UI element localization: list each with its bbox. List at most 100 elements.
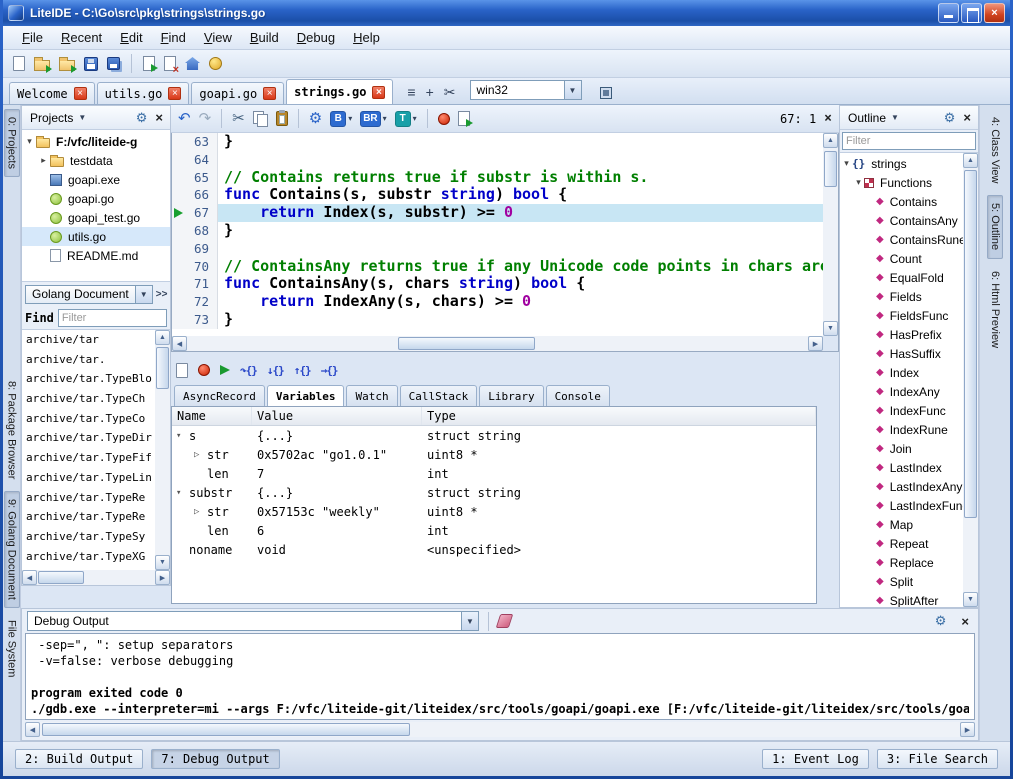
doc-list-item-2[interactable]: archive/tar.TypeBlo (22, 369, 155, 389)
scroll-right-icon[interactable]: ▶ (155, 570, 170, 585)
show-current-line-icon[interactable] (176, 363, 188, 378)
code-line-67[interactable]: 67 return Index(s, substr) >= 0 (172, 204, 823, 222)
doc-list-item-8[interactable]: archive/tar.TypeRe (22, 488, 155, 508)
outline-item-repeat[interactable]: ◆Repeat (840, 534, 964, 553)
tab-goapi-go[interactable]: goapi.go× (191, 82, 284, 104)
target-menu-button[interactable]: T▾ (395, 111, 417, 127)
step-over-icon[interactable]: ↷{} (240, 365, 257, 376)
debug-tab-console[interactable]: Console (546, 385, 610, 406)
outline-item-indexany[interactable]: ◆IndexAny (840, 382, 964, 401)
editor-vertical-scrollbar[interactable]: ▲ ▼ (823, 133, 838, 336)
variable-row-str-1[interactable]: ▷str0x5702ac "go1.0.1"uint8 * (172, 445, 816, 464)
project-item-goapi-go[interactable]: goapi.go (22, 189, 170, 208)
tab-close-icon[interactable]: × (168, 87, 181, 100)
new-file-icon[interactable] (13, 56, 25, 71)
insert-breakpoint-icon[interactable] (198, 364, 210, 376)
expand-arrow-icon[interactable]: ▸ (38, 155, 49, 166)
clear-output-icon[interactable] (496, 614, 514, 628)
variable-row-substr-3[interactable]: ▾substr{...}struct string (172, 483, 816, 502)
debug-external-icon[interactable] (458, 111, 470, 126)
status-button-1-event-log[interactable]: 1: Event Log (762, 749, 869, 769)
doc-list-item-3[interactable]: archive/tar.TypeCh (22, 389, 155, 409)
debug-output-horizontal-scrollbar[interactable]: ◀ ▶ (25, 722, 975, 737)
scroll-thumb[interactable] (156, 347, 169, 389)
code-line-73[interactable]: 73} (172, 311, 823, 329)
outline-item-replace[interactable]: ◆Replace (840, 553, 964, 572)
panel-close-icon[interactable]: × (963, 110, 971, 125)
doc-list-vertical-scrollbar[interactable]: ▲ ▼ (155, 330, 170, 570)
outline-item-functions[interactable]: ▾Functions (840, 173, 964, 192)
code-area[interactable]: 63}6465// Contains returns true if subst… (172, 133, 823, 336)
scroll-left-icon[interactable]: ◀ (172, 336, 187, 351)
menu-item-view[interactable]: View (195, 27, 241, 48)
outline-item-strings[interactable]: ▾{}strings (840, 154, 964, 173)
doc-list-item-4[interactable]: archive/tar.TypeCo (22, 409, 155, 429)
project-item-testdata[interactable]: ▸testdata (22, 151, 170, 170)
expand-arrow-icon[interactable]: ▷ (194, 507, 207, 517)
project-item-utils-go[interactable]: utils.go (22, 227, 170, 246)
code-line-66[interactable]: 66func Contains(s, substr string) bool { (172, 186, 823, 204)
tool-button-4-class-view[interactable]: 4: Class View (987, 109, 1003, 191)
build-menu-button[interactable]: B▾ (330, 111, 352, 127)
doc-list-item-0[interactable]: archive/tar (22, 330, 155, 350)
scroll-down-icon[interactable]: ▼ (155, 555, 170, 570)
code-line-69[interactable]: 69 (172, 240, 823, 258)
tab-strings-go[interactable]: strings.go× (286, 79, 393, 104)
outline-item-fieldsfunc[interactable]: ◆FieldsFunc (840, 306, 964, 325)
doc-list-item-9[interactable]: archive/tar.TypeRe (22, 507, 155, 527)
variables-column-name[interactable]: Name (172, 407, 252, 425)
tool-button-0-projects[interactable]: 0: Projects (4, 109, 20, 177)
expand-arrow-icon[interactable]: ▾ (24, 136, 35, 147)
save-all-icon[interactable] (107, 57, 120, 70)
combo-dropdown-icon[interactable]: ▼ (564, 81, 581, 99)
menu-item-file[interactable]: File (13, 27, 52, 48)
outline-vertical-scrollbar[interactable]: ▲ ▼ (963, 153, 978, 607)
status-button-2-build-output[interactable]: 2: Build Output (15, 749, 143, 769)
tab-close-icon[interactable]: × (74, 87, 87, 100)
tab-menu-icon[interactable]: ≡ (407, 85, 415, 99)
project-item-f-vfc-liteide-g[interactable]: ▾F:/vfc/liteide-g (22, 132, 170, 151)
target-combo[interactable]: win32 ▼ (470, 80, 582, 100)
doc-list-item-7[interactable]: archive/tar.TypeLin (22, 468, 155, 488)
variable-row-len-5[interactable]: len6int (172, 521, 816, 540)
save-file-icon[interactable] (84, 57, 98, 71)
debug-tab-watch[interactable]: Watch (346, 385, 397, 406)
outline-item-containsrune[interactable]: ◆ContainsRune (840, 230, 964, 249)
code-line-64[interactable]: 64 (172, 151, 823, 169)
tool-button-file-system[interactable]: File System (4, 612, 20, 685)
tab-close-icon[interactable]: × (372, 86, 385, 99)
outline-item-index[interactable]: ◆Index (840, 363, 964, 382)
debug-tab-callstack[interactable]: CallStack (400, 385, 478, 406)
scroll-thumb[interactable] (824, 151, 837, 187)
scroll-up-icon[interactable]: ▲ (823, 133, 838, 148)
debug-tab-asyncrecord[interactable]: AsyncRecord (174, 385, 265, 406)
project-item-goapi-exe[interactable]: goapi.exe (22, 170, 170, 189)
tool-button-5-outline[interactable]: 5: Outline (987, 195, 1003, 258)
maximize-button[interactable] (961, 3, 982, 23)
outline-item-join[interactable]: ◆Join (840, 439, 964, 458)
tool-button-6-html-preview[interactable]: 6: Html Preview (987, 263, 1003, 356)
code-line-65[interactable]: 65// Contains returns true if substr is … (172, 169, 823, 187)
redo-icon[interactable]: ↷ (199, 111, 212, 126)
combo-dropdown-icon[interactable]: ▼ (461, 612, 478, 630)
variable-row-str-4[interactable]: ▷str0x57153c "weekly"uint8 * (172, 502, 816, 521)
code-line-71[interactable]: 71func ContainsAny(s, chars string) bool… (172, 275, 823, 293)
scroll-up-icon[interactable]: ▲ (963, 153, 978, 168)
continue-icon[interactable] (220, 365, 230, 375)
open-folder-icon[interactable] (59, 60, 75, 71)
scroll-track[interactable] (187, 336, 808, 351)
tab-utils-go[interactable]: utils.go× (97, 82, 190, 104)
projects-header-combo[interactable]: Projects ▼ (25, 109, 132, 127)
doc-list-item-11[interactable]: archive/tar.TypeXG (22, 547, 155, 567)
debug-tab-variables[interactable]: Variables (267, 385, 345, 406)
scroll-left-icon[interactable]: ◀ (22, 570, 37, 585)
scroll-thumb[interactable] (42, 723, 410, 736)
outline-item-contains[interactable]: ◆Contains (840, 192, 964, 211)
menu-item-help[interactable]: Help (344, 27, 389, 48)
menu-item-find[interactable]: Find (152, 27, 195, 48)
scroll-right-icon[interactable]: ▶ (960, 722, 975, 737)
combo-dropdown-icon[interactable]: ▼ (135, 286, 152, 303)
panel-close-icon[interactable]: × (961, 614, 969, 629)
tool-button-8-package-browser[interactable]: 8: Package Browser (4, 373, 20, 487)
outline-item-lastindex[interactable]: ◆LastIndex (840, 458, 964, 477)
